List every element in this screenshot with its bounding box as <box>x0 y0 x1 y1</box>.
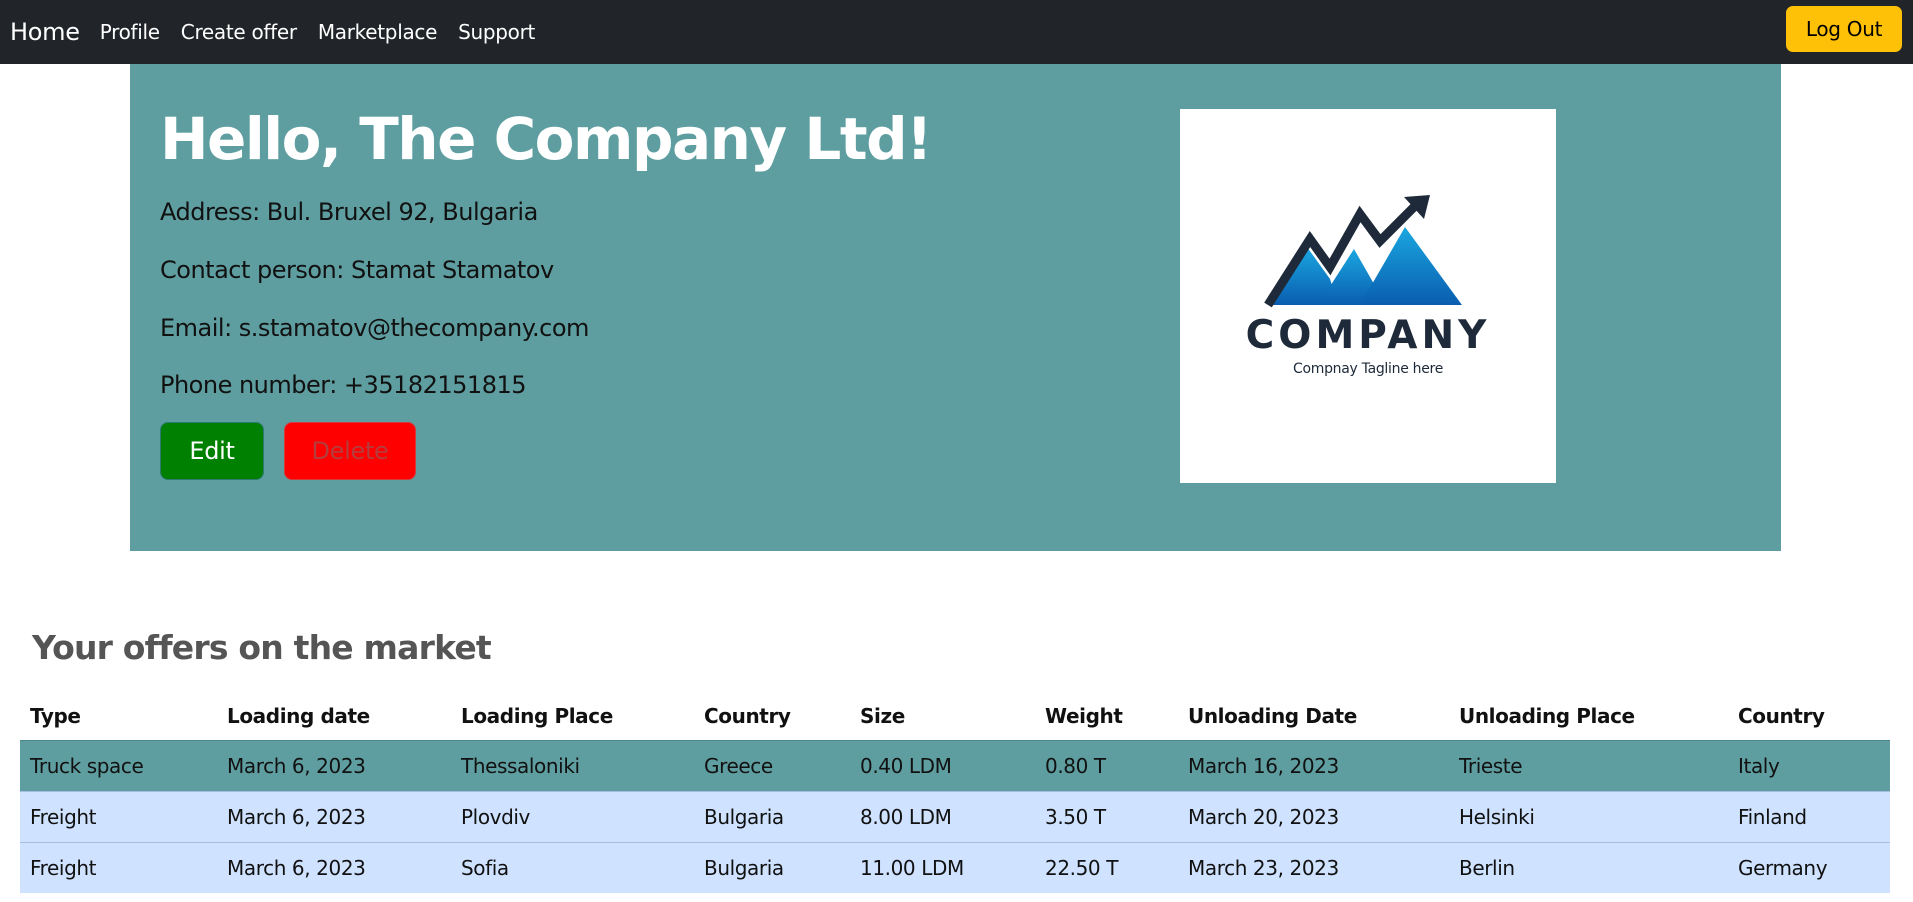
cell-unloading-country: Finland <box>1728 791 1890 843</box>
cell-unloading-date: March 23, 2023 <box>1178 842 1449 893</box>
cell-loading-place: Sofia <box>451 842 694 893</box>
column-header-unloading-country: Country <box>1738 704 1825 728</box>
offers-table: Type Loading date Loading Place Country … <box>20 692 1890 893</box>
column-header-loading-place: Loading Place <box>461 704 613 728</box>
cell-size: 0.40 LDM <box>850 740 1035 792</box>
cell-loading-date: March 6, 2023 <box>217 740 451 792</box>
logo-wordmark: COMPANY <box>1245 313 1491 358</box>
cell-loading-place: Plovdiv <box>451 791 694 843</box>
column-header-loading-date: Loading date <box>227 704 370 728</box>
logo-tagline: Compnay Tagline here <box>1292 361 1444 377</box>
column-header-size: Size <box>860 704 905 728</box>
table-row[interactable]: Truck space March 6, 2023 Thessaloniki G… <box>20 740 1890 792</box>
profile-card: Hello, The Company Ltd! Address: Bul. Br… <box>130 64 1781 551</box>
cell-weight: 22.50 T <box>1035 842 1178 893</box>
nav-link-marketplace[interactable]: Marketplace <box>318 20 438 44</box>
cell-unloading-place: Berlin <box>1449 842 1728 893</box>
cell-size: 8.00 LDM <box>850 791 1035 843</box>
phone-text: Phone number: +35182151815 <box>160 371 527 399</box>
cell-loading-country: Bulgaria <box>694 842 850 893</box>
email-text: Email: s.stamatov@thecompany.com <box>160 314 589 342</box>
greeting-heading: Hello, The Company Ltd! <box>160 105 933 173</box>
cell-loading-country: Bulgaria <box>694 791 850 843</box>
column-header-type: Type <box>30 704 81 728</box>
cell-loading-date: March 6, 2023 <box>217 791 451 843</box>
column-header-unloading-place: Unloading Place <box>1459 704 1635 728</box>
column-header-weight: Weight <box>1045 704 1123 728</box>
cell-unloading-place: Trieste <box>1449 740 1728 792</box>
cell-unloading-date: March 20, 2023 <box>1178 791 1449 843</box>
column-header-loading-country: Country <box>704 704 791 728</box>
logout-button[interactable]: Log Out <box>1786 6 1902 52</box>
column-header-unloading-date: Unloading Date <box>1188 704 1357 728</box>
cell-type: Freight <box>20 791 217 843</box>
table-row[interactable]: Freight March 6, 2023 Sofia Bulgaria 11.… <box>20 842 1890 893</box>
cell-loading-place: Thessaloniki <box>451 740 694 792</box>
cell-weight: 3.50 T <box>1035 791 1178 843</box>
nav-link-create-offer[interactable]: Create offer <box>181 20 297 44</box>
cell-unloading-place: Helsinki <box>1449 791 1728 843</box>
contact-person-text: Contact person: Stamat Stamatov <box>160 256 554 284</box>
offers-section-title: Your offers on the market <box>32 628 492 667</box>
cell-size: 11.00 LDM <box>850 842 1035 893</box>
nav-link-support[interactable]: Support <box>458 20 535 44</box>
cell-loading-date: March 6, 2023 <box>217 842 451 893</box>
offers-header-row: Type Loading date Loading Place Country … <box>20 692 1890 741</box>
cell-unloading-country: Italy <box>1728 740 1890 792</box>
company-logo: COMPANY Compnay Tagline here <box>1180 109 1556 483</box>
mountain-arrow-icon <box>1264 195 1462 308</box>
cell-type: Truck space <box>20 740 217 792</box>
table-row[interactable]: Freight March 6, 2023 Plovdiv Bulgaria 8… <box>20 791 1890 843</box>
cell-loading-country: Greece <box>694 740 850 792</box>
top-navbar: Home Profile Create offer Marketplace Su… <box>0 0 1913 64</box>
edit-button[interactable]: Edit <box>160 422 264 480</box>
nav-home-link[interactable]: Home <box>10 18 80 46</box>
cell-weight: 0.80 T <box>1035 740 1178 792</box>
delete-button[interactable]: Delete <box>284 422 416 480</box>
nav-link-profile[interactable]: Profile <box>100 20 160 44</box>
cell-unloading-country: Germany <box>1728 842 1890 893</box>
cell-unloading-date: March 16, 2023 <box>1178 740 1449 792</box>
address-text: Address: Bul. Bruxel 92, Bulgaria <box>160 198 538 226</box>
cell-type: Freight <box>20 842 217 893</box>
